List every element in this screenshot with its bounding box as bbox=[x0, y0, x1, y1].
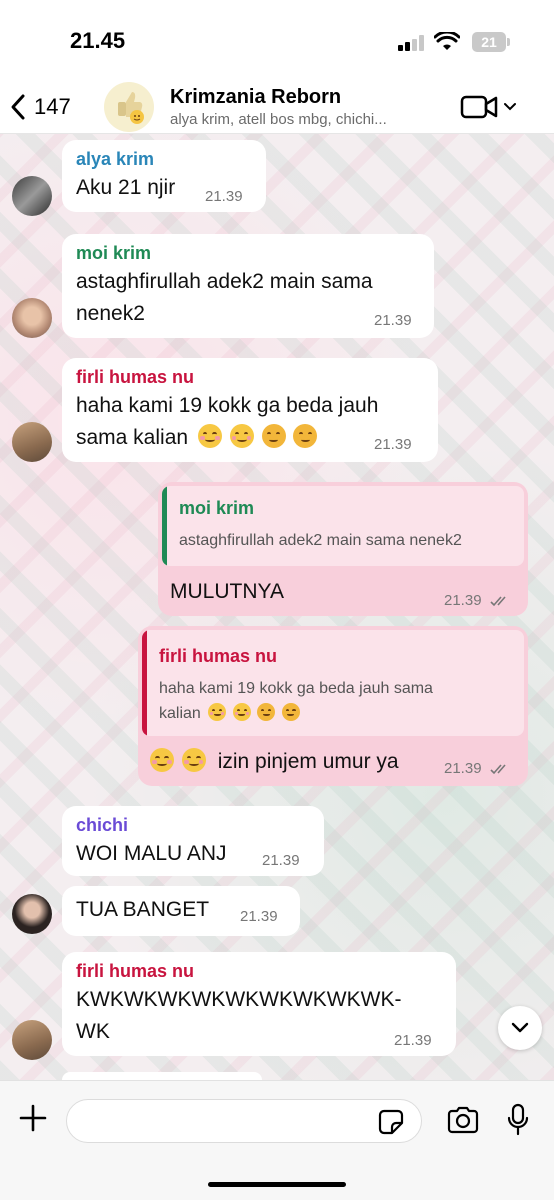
message-sender[interactable]: firli humas nu bbox=[76, 960, 194, 982]
microphone-button[interactable] bbox=[506, 1103, 530, 1142]
battery-icon: 21 bbox=[472, 32, 510, 52]
video-call-button[interactable] bbox=[460, 94, 516, 120]
group-members[interactable]: alya krim, atell bos mbg, chichi... bbox=[170, 111, 387, 128]
smiling-face-icon bbox=[232, 703, 251, 721]
avatar-alya-krim[interactable] bbox=[12, 176, 52, 216]
quote-sender: firli humas nu bbox=[159, 646, 278, 666]
chat-header: 147 Krimzania Reborn alya krim, atell bo… bbox=[0, 80, 554, 134]
scroll-to-bottom-button[interactable] bbox=[498, 1006, 542, 1050]
quote-sender: moi krim bbox=[179, 498, 255, 518]
reply-quote[interactable]: firli humas nu haha kami 19 kokk ga beda… bbox=[142, 630, 524, 736]
message-text-line: WK bbox=[76, 1020, 110, 1043]
message-time: 21.39 bbox=[444, 592, 510, 609]
home-indicator[interactable] bbox=[208, 1182, 346, 1187]
message-time: 21.39 bbox=[374, 436, 412, 453]
message-bubble-partial bbox=[62, 1072, 262, 1080]
message-text-line: sama kalian bbox=[76, 422, 319, 454]
message-time: 21.39 bbox=[374, 312, 412, 329]
message-text: MULUTNYA bbox=[170, 580, 284, 603]
quote-text-part: kalian bbox=[159, 705, 201, 722]
message-text: Aku 21 njir bbox=[76, 176, 176, 199]
group-avatar[interactable] bbox=[104, 82, 154, 132]
message-text-part: izin pinjem umur ya bbox=[217, 750, 399, 773]
message-sender[interactable]: alya krim bbox=[76, 148, 154, 170]
quote-text-line: kalian bbox=[159, 701, 302, 726]
message-sender[interactable]: firli humas nu bbox=[76, 366, 194, 388]
message-text-line: izin pinjem umur ya bbox=[150, 746, 399, 778]
message-time: 21.39 bbox=[444, 760, 510, 777]
wifi-icon bbox=[433, 30, 461, 57]
read-double-check-icon bbox=[490, 596, 506, 607]
message-sender[interactable]: moi krim bbox=[76, 242, 151, 264]
message-bubble[interactable]: firli humas nu KWKWKWKWKWKWKWKWKWK- WK 2… bbox=[62, 952, 456, 1056]
message-time: 21.39 bbox=[394, 1032, 432, 1049]
sticker-icon bbox=[378, 1109, 404, 1135]
attach-button[interactable] bbox=[18, 1103, 48, 1138]
message-time: 21.39 bbox=[205, 188, 243, 205]
quote-bar bbox=[162, 486, 167, 566]
plus-icon bbox=[19, 1104, 47, 1132]
message-bubble[interactable]: alya krim Aku 21 njir 21.39 bbox=[62, 140, 266, 212]
relieved-face-icon bbox=[150, 748, 174, 772]
message-bubble[interactable]: TUA BANGET 21.39 bbox=[62, 886, 300, 936]
hugging-face-icon bbox=[257, 703, 276, 721]
avatar-firli-humas-nu[interactable] bbox=[12, 422, 52, 462]
message-bubble[interactable]: moi krim astaghfirullah adek2 main sama … bbox=[62, 234, 434, 338]
hugging-face-icon bbox=[281, 703, 300, 721]
quote-bar bbox=[142, 630, 147, 736]
sticker-button[interactable] bbox=[378, 1109, 404, 1140]
message-text-part: sama kalian bbox=[76, 426, 189, 449]
message-text: TUA BANGET bbox=[76, 898, 210, 921]
reply-quote[interactable]: moi krim astaghfirullah adek2 main sama … bbox=[162, 486, 524, 566]
message-time: 21.39 bbox=[240, 908, 278, 925]
message-text-line: nenek2 bbox=[76, 302, 145, 325]
status-bar: 21.45 21 bbox=[0, 0, 554, 80]
microphone-icon bbox=[507, 1103, 529, 1136]
thumbs-up-emoji-icon bbox=[118, 92, 144, 124]
message-sender[interactable]: chichi bbox=[76, 814, 128, 836]
hugging-face-icon bbox=[293, 424, 318, 448]
message-time: 21.39 bbox=[262, 852, 300, 869]
camera-button[interactable] bbox=[446, 1105, 480, 1140]
smiling-face-icon bbox=[197, 424, 222, 448]
quote-text: astaghfirullah adek2 main sama nenek2 bbox=[179, 532, 462, 549]
message-text-line: astaghfirullah adek2 main sama bbox=[76, 270, 373, 293]
group-title[interactable]: Krimzania Reborn bbox=[170, 86, 341, 109]
smiling-face-icon bbox=[208, 703, 227, 721]
cellular-signal-icon bbox=[398, 35, 426, 51]
message-bubble-outgoing[interactable]: firli humas nu haha kami 19 kokk ga beda… bbox=[138, 626, 528, 786]
message-input[interactable] bbox=[66, 1099, 422, 1143]
back-button[interactable]: 147 bbox=[10, 88, 71, 126]
smiling-face-icon bbox=[229, 424, 254, 448]
unread-count: 147 bbox=[34, 94, 71, 119]
message-bubble-outgoing[interactable]: moi krim astaghfirullah adek2 main sama … bbox=[158, 482, 528, 616]
chevron-down-icon bbox=[504, 103, 516, 111]
status-time: 21.45 bbox=[70, 28, 126, 53]
message-time-text: 21.39 bbox=[444, 760, 482, 777]
avatar-firli-humas-nu[interactable] bbox=[12, 1020, 52, 1060]
hugging-face-icon bbox=[261, 424, 286, 448]
quote-text-line: haha kami 19 kokk ga beda jauh sama bbox=[159, 680, 433, 697]
message-text-line: KWKWKWKWKWKWKWKWKWK- bbox=[76, 988, 402, 1011]
avatar-chichi[interactable] bbox=[12, 894, 52, 934]
chevron-left-icon bbox=[11, 94, 25, 120]
chevron-down-icon bbox=[511, 1022, 529, 1033]
relieved-face-icon bbox=[181, 748, 206, 772]
avatar-moi-krim[interactable] bbox=[12, 298, 52, 338]
message-bubble[interactable]: chichi WOI MALU ANJ 21.39 bbox=[62, 806, 324, 876]
message-text: WOI MALU ANJ bbox=[76, 842, 227, 865]
video-camera-icon bbox=[460, 95, 498, 119]
message-text-line: haha kami 19 kokk ga beda jauh bbox=[76, 394, 379, 417]
message-time-text: 21.39 bbox=[444, 592, 482, 609]
read-double-check-icon bbox=[490, 764, 506, 775]
camera-icon bbox=[447, 1106, 479, 1134]
message-bubble[interactable]: firli humas nu haha kami 19 kokk ga beda… bbox=[62, 358, 438, 462]
